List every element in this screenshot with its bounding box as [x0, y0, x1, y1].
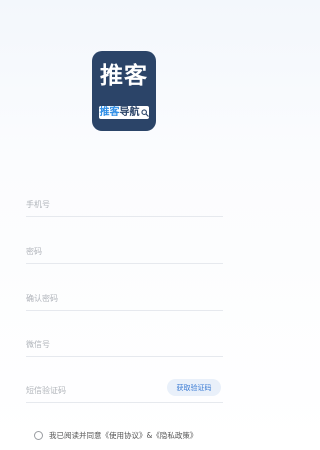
logo-title: 推客 — [100, 63, 148, 89]
confirm-password-input[interactable] — [26, 289, 223, 307]
app-logo: 推客 推客导航 — [92, 51, 156, 131]
wechat-field — [26, 328, 223, 357]
agreement-radio[interactable] — [34, 430, 43, 440]
get-code-button[interactable]: 获取验证码 — [167, 379, 221, 396]
search-icon — [140, 108, 149, 117]
privacy-link[interactable]: 《隐私政策》 — [152, 431, 197, 440]
wechat-input[interactable] — [26, 335, 223, 353]
phone-field — [26, 188, 223, 217]
password-field — [26, 235, 223, 264]
logo-subtitle-part1: 推客 — [99, 107, 120, 118]
logo-subtitle: 推客导航 — [99, 106, 149, 119]
logo-subtitle-text: 推客导航 — [100, 106, 140, 119]
phone-input[interactable] — [26, 195, 223, 213]
confirm-password-field — [26, 282, 223, 311]
logo-subtitle-part2: 导航 — [119, 107, 140, 118]
terms-link[interactable]: 《使用协议》 — [102, 431, 147, 440]
agreement-text: 我已阅读并同意《使用协议》&《隐私政策》 — [49, 430, 197, 441]
agreement-prefix: 我已阅读并同意 — [49, 430, 102, 440]
password-input[interactable] — [26, 242, 223, 260]
sms-code-input[interactable] — [26, 381, 156, 399]
sms-code-field: 获取验证码 — [26, 374, 223, 403]
agreement-row: 我已阅读并同意《使用协议》&《隐私政策》 — [34, 428, 197, 442]
